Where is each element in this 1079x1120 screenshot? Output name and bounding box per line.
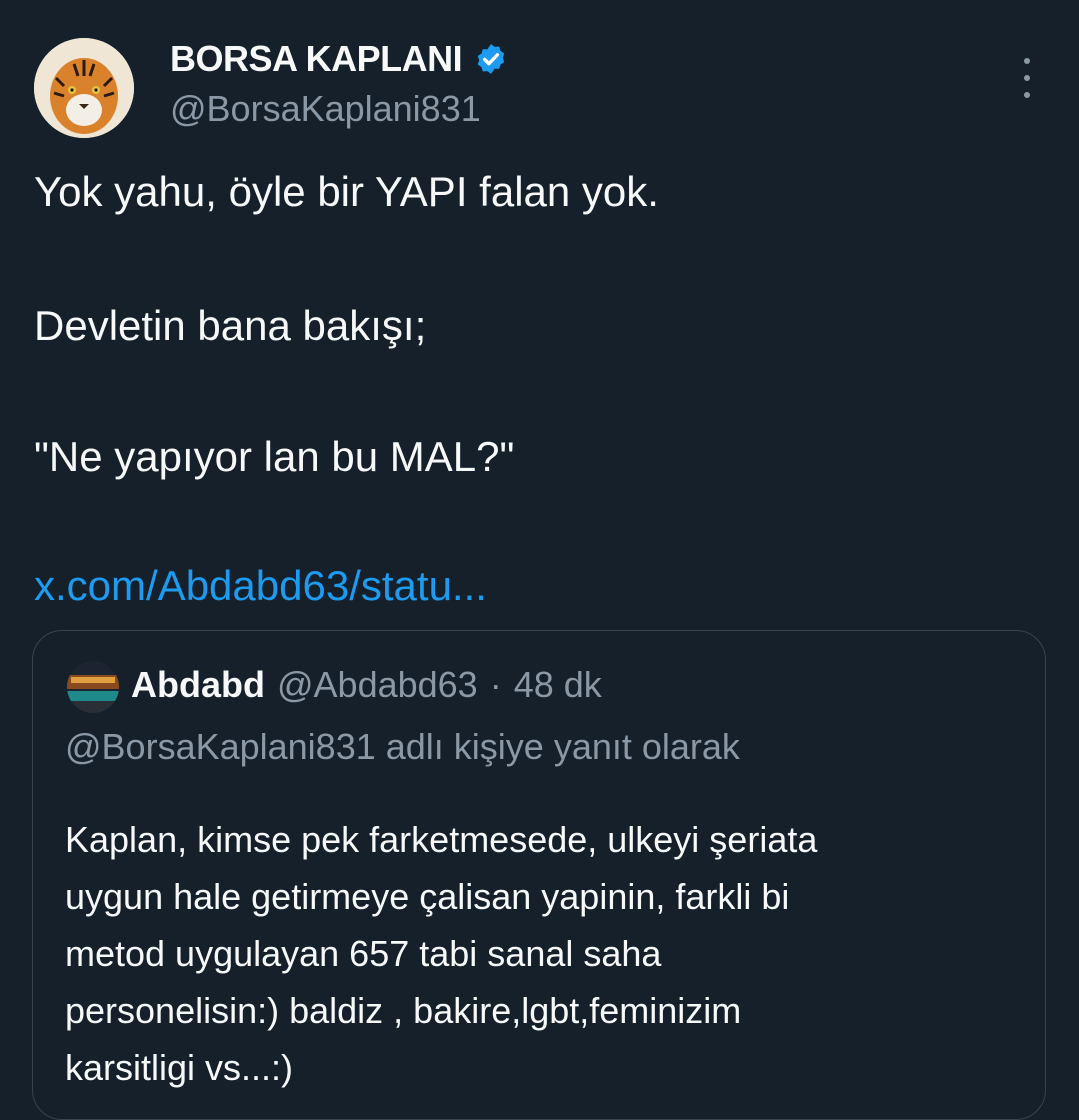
more-options-button[interactable]	[1010, 58, 1044, 98]
author-handle[interactable]: @BorsaKaplani831	[170, 88, 481, 130]
quote-text-line: Kaplan, kimse pek farketmesede, ulkeyi ş…	[65, 819, 818, 860]
quote-text-line: uygun hale getirmeye çalisan yapinin, fa…	[65, 876, 790, 917]
more-vertical-icon	[1024, 58, 1030, 64]
quoted-tweet-card[interactable]: Abdabd @Abdabd63 · 48 dk @BorsaKaplani83…	[32, 630, 1046, 1120]
quote-text-line: karsitligi vs...:)	[65, 1047, 294, 1088]
quote-timestamp[interactable]: 48 dk	[514, 664, 602, 706]
quote-author-avatar[interactable]	[67, 661, 119, 713]
quote-header: Abdabd @Abdabd63 · 48 dk	[131, 664, 602, 706]
author-avatar[interactable]	[34, 38, 134, 138]
author-name-row[interactable]: BORSA KAPLANI	[170, 38, 508, 80]
tweet-text-line: Yok yahu, öyle bir YAPI falan yok.	[34, 168, 659, 215]
city-night-avatar-icon	[67, 661, 119, 713]
tweet-text-line: "Ne yapıyor lan bu MAL?"	[34, 433, 515, 480]
verified-badge-icon	[477, 44, 505, 74]
tweet-link[interactable]: x.com/Abdabd63/statu...	[34, 562, 487, 609]
quote-text-line: personelisin:) baldiz , bakire,lgbt,femi…	[65, 990, 742, 1031]
quote-author-name[interactable]: Abdabd	[131, 664, 265, 706]
tweet-text-line: Devletin bana bakışı;	[34, 302, 427, 349]
quote-separator: ·	[489, 664, 502, 705]
author-name[interactable]: BORSA KAPLANI	[170, 38, 463, 80]
reply-context: @BorsaKaplani831 adlı kişiye yanıt olara…	[65, 726, 740, 767]
quote-author-handle[interactable]: @Abdabd63	[277, 664, 478, 706]
quote-text-line: metod uygulayan 657 tabi sanal saha	[65, 933, 662, 974]
quote-text: Kaplan, kimse pek farketmesede, ulkeyi ş…	[65, 811, 1025, 1096]
tiger-avatar-icon	[34, 38, 134, 138]
